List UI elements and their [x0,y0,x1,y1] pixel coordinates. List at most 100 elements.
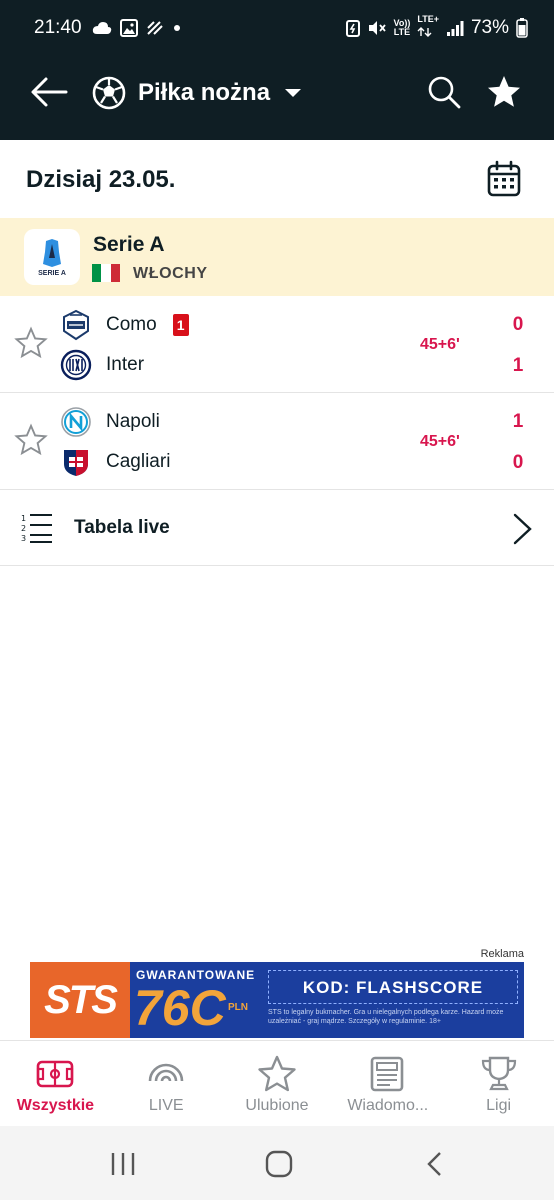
live-table-row[interactable]: 1 2 3 Tabela live [0,490,554,566]
nav-live-label: LIVE [148,1097,184,1114]
match-favorite-button[interactable] [14,326,48,360]
volte-indicator: Vo)) LTE [394,19,411,37]
ad-logo-text: STS [44,977,118,1022]
search-button[interactable] [426,74,462,110]
home-team: Como 1 [60,308,189,342]
ad-banner[interactable]: STS GWARANTOWANE 76C PLN KOD: FLASHSCORE… [30,962,524,1038]
nav-leagues-label: Ligi [486,1097,512,1114]
mute-icon [368,21,386,35]
nav-favorites-label: Ulubione [245,1097,309,1114]
home-team-name: Como [106,314,157,335]
trophy-icon [481,1056,516,1091]
ad-promo-code: KOD: FLASHSCORE [268,970,518,1004]
home-team-name: Napoli [106,411,160,432]
status-system-icons: Vo)) LTE LTE+ 73% [345,13,528,42]
home-score: 0 [512,314,524,335]
volte-line2: LTE [393,27,411,37]
away-team-name: Cagliari [106,451,171,472]
chevron-left-icon [427,1152,441,1176]
match-time: 45+6' [420,336,460,353]
serie-a-logo-text: SERIE A [38,269,66,277]
calendar-icon [487,160,521,197]
star-icon [488,76,520,107]
home-icon [265,1150,293,1178]
svg-text:3: 3 [21,534,26,543]
away-team-name: Inter [106,354,145,375]
svg-text:2: 2 [21,524,26,533]
ad-logo: STS [30,962,130,1038]
home-score: 1 [512,411,524,432]
napoli-logo-icon [61,407,91,437]
bottom-navigation: Wszystkie LIVE Ulubione Wiadomo... Ligi [0,1040,554,1126]
nav-news[interactable]: Wiadomo... [332,1041,443,1127]
chevron-right-icon [513,513,532,545]
ad-currency: PLN [228,1002,248,1013]
match-favorite-button[interactable] [14,423,48,457]
home-team: Napoli [60,405,160,439]
italy-flag-icon [92,264,120,282]
nav-favorites[interactable]: Ulubione [222,1041,333,1127]
sport-selector[interactable]: Piłka nożna [92,73,302,113]
numbered-list-icon: 1 2 3 [21,514,52,543]
battery-percent: 73% [470,17,509,38]
red-card-badge: 1 [172,314,189,336]
date-label: Dzisiaj 23.05. [26,166,176,193]
sport-title: Piłka nożna [138,79,271,106]
match-time: 45+6' [420,433,460,450]
caret-down-icon [285,89,302,97]
nav-all[interactable]: Wszystkie [0,1041,111,1127]
star-outline-icon [14,326,48,359]
back-button[interactable] [30,76,70,108]
live-table-label: Tabela live [74,517,170,538]
soccer-ball-icon [92,76,126,110]
star-outline-icon [258,1055,296,1092]
lte-indicator: LTE+ [417,13,439,42]
away-team: Cagliari [60,445,170,479]
recent-apps-icon [111,1153,135,1175]
league-country: WŁOCHY [133,265,208,282]
star-outline-icon [14,423,48,456]
status-time: 21:40 [34,17,82,38]
flashscore-notification-icon [146,21,163,35]
lte-plus-label: LTE+ [417,13,439,24]
battery-icon [516,18,528,38]
status-notification-icons [92,19,182,37]
away-score: 0 [512,452,524,473]
dot-icon [173,25,180,31]
serie-a-logo: SERIE A [24,229,80,285]
cagliari-logo-icon [64,450,88,476]
favorites-button[interactable] [486,74,522,110]
nav-all-label: Wszystkie [16,1097,95,1114]
soccer-pitch-icon [37,1060,74,1088]
svg-text:1: 1 [21,514,26,523]
nav-leagues[interactable]: Ligi [443,1041,554,1127]
system-back-button[interactable] [420,1150,450,1178]
inter-logo-icon [60,349,92,381]
recent-apps-button[interactable] [108,1150,138,1178]
home-button[interactable] [264,1150,294,1178]
date-row: Dzisiaj 23.05. [0,140,554,218]
nav-news-label: Wiadomo... [347,1097,429,1114]
ad-label: Reklama [480,948,524,960]
arrow-left-icon [31,77,68,107]
league-header[interactable]: SERIE A Serie A WŁOCHY [0,218,554,296]
data-arrows-icon [417,26,432,37]
match-row[interactable]: Napoli Cagliari 45+6' 1 0 [0,393,554,490]
status-bar: 21:40 Vo)) LTE LTE+ 73% [0,0,554,56]
ad-fine-print: STS to legalny bukmacher. Gra u nielegal… [268,1009,504,1025]
como-logo-icon [63,309,89,341]
serie-a-badge-icon [43,238,61,267]
app-header: Piłka nożna [0,56,554,140]
away-score: 1 [512,355,524,376]
screen: 21:40 Vo)) LTE LTE+ 73% Piłka nożna Dzis… [0,0,554,1200]
cloud-icon [92,22,111,34]
battery-saver-icon [345,20,360,37]
nav-live[interactable]: LIVE [111,1041,222,1127]
calendar-button[interactable] [486,160,522,198]
match-row[interactable]: Como 1 Inter 45+6' 0 1 [0,296,554,393]
live-signal-icon [148,1063,184,1082]
ad-amount: 76C [134,980,226,1036]
system-navigation-bar [0,1126,554,1200]
away-team: Inter [60,348,144,382]
signal-icon [446,21,464,36]
